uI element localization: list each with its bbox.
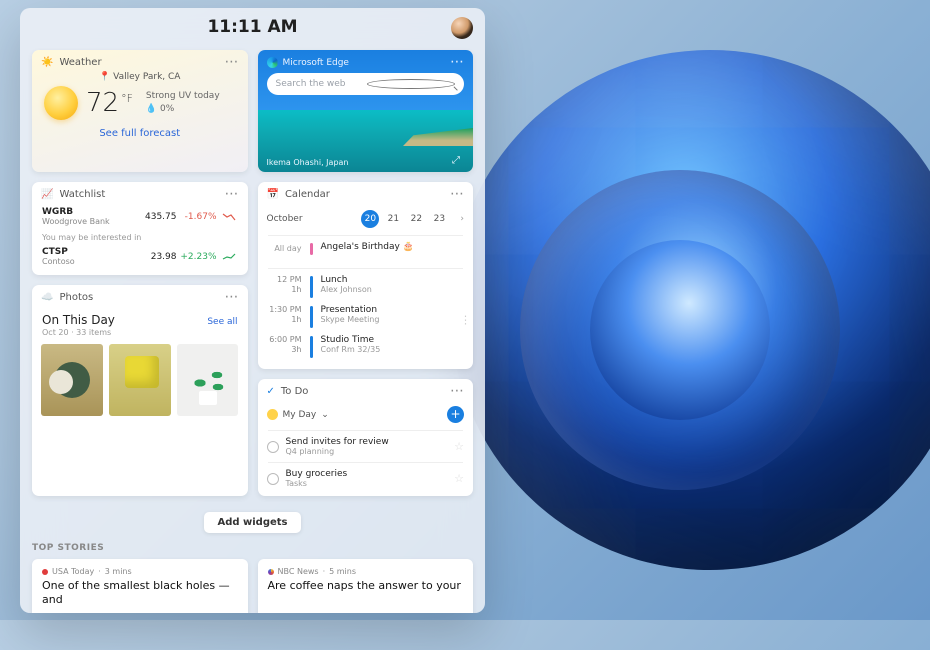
star-icon[interactable]: ☆	[454, 472, 464, 485]
month-label: October	[267, 214, 303, 224]
search-icon	[367, 79, 455, 89]
todo-widget[interactable]: ✓ To Do ⋯ My Day ⌄ + Send invites for re…	[258, 379, 474, 496]
source-icon	[268, 569, 274, 575]
precip-text: 💧 0%	[146, 103, 220, 117]
calendar-day[interactable]: 21	[384, 210, 402, 228]
calendar-icon: 📅	[267, 189, 279, 200]
sun-icon	[267, 409, 278, 420]
search-placeholder: Search the web	[276, 79, 362, 89]
add-widgets-button[interactable]: Add widgets	[204, 512, 300, 533]
photos-subtitle: Oct 20 · 33 items	[42, 328, 115, 337]
chevron-right-icon[interactable]: ›	[460, 214, 464, 224]
calendar-day[interactable]: 20	[361, 210, 379, 228]
star-icon[interactable]: ☆	[454, 440, 464, 453]
stock-row[interactable]: CTSPContoso 23.98 +2.23%	[32, 244, 248, 275]
widget-title: Watchlist	[59, 189, 105, 200]
scroll-dots-icon[interactable]: ⋮	[460, 314, 471, 327]
photo-thumbnail[interactable]	[41, 344, 103, 416]
image-caption: Ikema Ohashi, Japan	[267, 158, 349, 167]
allday-event[interactable]: Angela's Birthday 🎂	[321, 242, 464, 254]
story-title: One of the smallest black holes — and	[42, 579, 238, 607]
calendar-widget[interactable]: 📅 Calendar ⋯ October 20 21 22 23 › All d…	[258, 182, 474, 369]
widgets-panel: 11:11 AM ☀️ Weather ⋯ 📍 Valley Park, CA …	[20, 8, 485, 613]
top-stories-section: TOP STORIES USA Today · 3 mins One of th…	[20, 543, 485, 613]
story-card[interactable]: NBC News · 5 mins Are coffee naps the an…	[258, 559, 474, 613]
more-button[interactable]: ⋯	[225, 57, 240, 67]
clock-text: 11:11 AM	[207, 17, 297, 37]
widget-title: To Do	[281, 386, 309, 397]
sun-icon	[44, 86, 78, 120]
event-color-bar	[310, 336, 313, 358]
chart-icon: 📈	[41, 189, 53, 200]
widget-title: Microsoft Edge	[283, 58, 349, 68]
chevron-down-icon[interactable]: ⌄	[321, 410, 329, 420]
weather-icon: ☀️	[41, 57, 53, 68]
search-input[interactable]: Search the web	[267, 73, 465, 95]
calendar-day[interactable]: 23	[430, 210, 448, 228]
user-avatar[interactable]	[451, 17, 473, 39]
more-button[interactable]: ⋯	[450, 386, 465, 396]
more-button[interactable]: ⋯	[450, 57, 465, 67]
stock-price: 435.75	[135, 212, 177, 222]
checkbox[interactable]	[267, 473, 279, 485]
checkbox[interactable]	[267, 441, 279, 453]
check-icon: ✓	[267, 386, 275, 397]
expand-icon[interactable]: ⤢	[452, 155, 464, 167]
see-all-link[interactable]: See all	[207, 317, 237, 327]
photo-thumbnail[interactable]	[109, 344, 171, 416]
more-button[interactable]: ⋯	[225, 292, 240, 302]
event-color-bar	[310, 243, 313, 255]
story-card[interactable]: USA Today · 3 mins One of the smallest b…	[32, 559, 248, 613]
story-title: Are coffee naps the answer to your	[268, 579, 464, 593]
event-color-bar	[310, 276, 313, 298]
widget-title: Weather	[59, 57, 101, 68]
widget-title: Photos	[59, 292, 93, 303]
stock-change: -1.67%	[177, 212, 217, 222]
widget-title: Calendar	[285, 189, 330, 200]
weather-location: Valley Park, CA	[113, 72, 180, 82]
todo-item[interactable]: Buy groceriesTasks ☆	[258, 465, 474, 496]
event-color-bar	[310, 306, 313, 328]
temperature-value: 72	[86, 88, 119, 118]
edge-widget[interactable]: ⋯ Microsoft Edge Search the web Ikema Oh…	[258, 50, 474, 172]
calendar-event[interactable]: 12 PM1h LunchAlex Johnson	[268, 271, 464, 301]
calendar-event[interactable]: 6:00 PM3h Studio TimeConf Rm 32/35	[268, 331, 464, 361]
photo-thumbnail[interactable]	[177, 344, 239, 416]
panel-header: 11:11 AM	[20, 8, 485, 46]
list-name[interactable]: My Day	[283, 410, 317, 420]
source-icon	[42, 569, 48, 575]
photos-heading: On This Day	[42, 313, 115, 327]
calendar-event[interactable]: 1:30 PM1h PresentationSkype Meeting	[268, 301, 464, 331]
sparkline-icon	[222, 252, 238, 262]
stock-change: +2.23%	[177, 252, 217, 262]
forecast-link[interactable]: See full forecast	[32, 124, 248, 147]
more-button[interactable]: ⋯	[450, 189, 465, 199]
photos-icon: ☁️	[41, 292, 53, 303]
photos-widget[interactable]: ☁️ Photos ⋯ On This Day Oct 20 · 33 item…	[32, 285, 248, 496]
uv-text: Strong UV today	[146, 90, 220, 104]
interest-note: You may be interested in	[32, 229, 248, 244]
stock-price: 23.98	[135, 252, 177, 262]
more-button[interactable]: ⋯	[225, 189, 240, 199]
edge-icon	[267, 57, 278, 68]
watchlist-widget[interactable]: 📈 Watchlist ⋯ WGRBWoodgrove Bank 435.75 …	[32, 182, 248, 275]
calendar-day[interactable]: 22	[407, 210, 425, 228]
sparkline-icon	[222, 212, 238, 222]
stock-row[interactable]: WGRBWoodgrove Bank 435.75 -1.67%	[32, 204, 248, 229]
todo-item[interactable]: Send invites for reviewQ4 planning ☆	[258, 433, 474, 460]
weather-widget[interactable]: ☀️ Weather ⋯ 📍 Valley Park, CA 72°F Stro…	[32, 50, 248, 172]
add-task-button[interactable]: +	[447, 406, 464, 423]
section-label: TOP STORIES	[32, 543, 473, 553]
